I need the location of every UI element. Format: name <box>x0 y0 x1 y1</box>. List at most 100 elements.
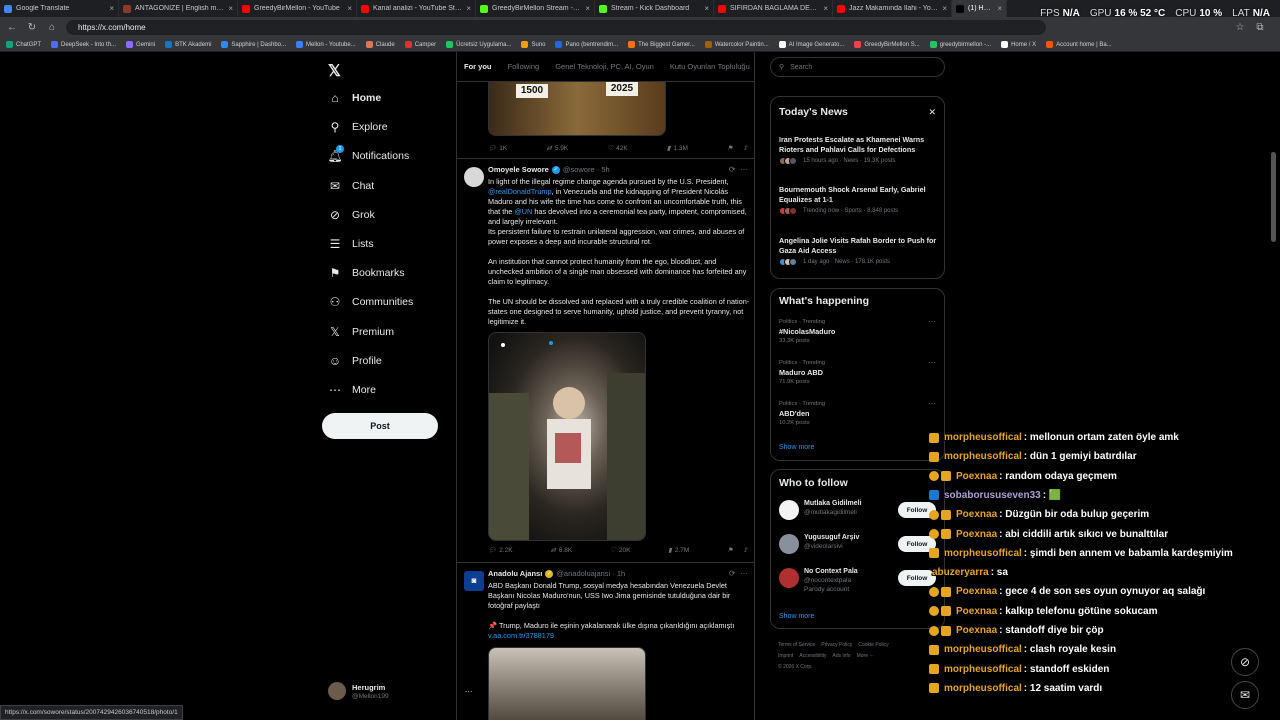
browser-tab[interactable]: GreedyBirMellon - YouTube × <box>238 0 357 17</box>
bookmark-item[interactable]: The Biggest Gamer... <box>628 41 695 48</box>
chat-username[interactable]: sobaborususeven33 <box>944 490 1041 501</box>
footer-link[interactable]: © 2026 X Corp. <box>778 664 813 670</box>
share-icon[interactable]: ⇪ <box>743 144 748 152</box>
chat-username[interactable]: morpheusoffical <box>944 548 1022 559</box>
author-name[interactable]: Anadolu Ajansı <box>488 569 542 578</box>
timeline-tab[interactable]: Kutu Oyunları Topluluğu <box>670 62 750 71</box>
trend-item[interactable]: Politics · Trending #NicolasMaduro 33.3K p… <box>779 319 939 344</box>
share-icon[interactable]: ⇪ <box>743 546 748 554</box>
footer-link[interactable]: Ads info <box>833 653 851 659</box>
nav-item-more[interactable]: ⋯ More <box>328 383 376 397</box>
like-button[interactable]: ♡ 20K <box>610 546 630 555</box>
bookmark-item[interactable]: BTK Akademi <box>165 41 211 48</box>
chat-username[interactable]: morpheusoffical <box>944 432 1022 443</box>
nav-item-bookmarks[interactable]: ⚑ Bookmarks <box>328 266 405 280</box>
reply-button[interactable]: 💬︎ 1K <box>488 144 507 153</box>
browser-tab[interactable]: (1) Home / X× <box>952 0 1007 17</box>
footer-link[interactable]: Imprint <box>778 653 793 659</box>
views-button[interactable]: ▮ 2.7M <box>668 546 689 555</box>
back-icon[interactable]: ← <box>6 22 18 33</box>
nav-item-home[interactable]: ⌂ Home <box>328 91 381 105</box>
footer-link[interactable]: Privacy Policy <box>821 642 852 648</box>
grok-float-icon[interactable]: ⊘ <box>1231 648 1259 676</box>
bookmark-item[interactable]: greedybirmellon -... <box>929 41 991 48</box>
footer-link[interactable]: Cookie Policy <box>858 642 888 648</box>
bookmark-item[interactable]: Camper <box>404 41 436 48</box>
home-page-icon[interactable]: ⌂ <box>46 22 58 33</box>
footer-link[interactable]: Terms of Service <box>778 642 815 648</box>
timeline-tab[interactable]: Following <box>508 62 540 71</box>
show-more-link[interactable]: Show more <box>779 613 814 620</box>
nav-item-premium[interactable]: 𝕏 Premium <box>328 325 394 339</box>
nav-item-grok[interactable]: ⊘ Grok <box>328 208 375 222</box>
bookmark-item[interactable]: Ücretsiz Uygulama... <box>446 41 511 48</box>
chat-username[interactable]: Poexnaa <box>956 586 997 597</box>
timeline-tab[interactable]: Genel Teknoloji, PC, AI, Oyun <box>555 62 654 71</box>
mention-link[interactable]: @realDonaldTrump <box>488 187 552 196</box>
repost-button[interactable]: ⇄ 5.9K <box>546 144 568 153</box>
nav-item-explore[interactable]: ⚲ Explore <box>328 120 388 134</box>
browser-tab[interactable]: ANTAGONIZE | English meaning× <box>119 0 238 17</box>
bookmark-item[interactable]: Claude <box>365 41 395 48</box>
post-anadolu[interactable]: ◙ Anadolu Ajansı ✓ @anadoluajansi · 1h ⟳… <box>457 562 754 720</box>
browser-tab[interactable]: SIFIRDAN BAĞLAMA DERSİ 7 | BU...× <box>714 0 833 17</box>
browser-tab[interactable]: Kanal analizi - YouTube Studio × <box>357 0 476 17</box>
news-item[interactable]: Angelina Jolie Visits Rafah Border to Pu… <box>779 236 939 266</box>
tab-close-icon[interactable]: × <box>466 4 471 13</box>
browser-tab[interactable]: Google Translate × <box>0 0 119 17</box>
post-photo[interactable] <box>488 647 646 720</box>
search-input[interactable]: ⚲ Search <box>770 57 945 77</box>
author-handle[interactable]: @anadoluajansi · 1h <box>556 569 625 578</box>
news-item[interactable]: Iran Protests Escalate as Khamenei Warns… <box>779 135 939 165</box>
nav-item-lists[interactable]: ☰ Lists <box>328 237 374 251</box>
post-link[interactable]: v.aa.com.tr/3788179 <box>488 631 750 641</box>
tab-close-icon[interactable]: × <box>228 4 233 13</box>
bookmark-item[interactable]: Account home | Ba... <box>1046 41 1112 48</box>
tab-close-icon[interactable]: × <box>109 4 114 13</box>
tab-close-icon[interactable]: × <box>704 4 709 13</box>
bookmark-item[interactable]: Mellon - Youtube... <box>296 41 356 48</box>
chat-username[interactable]: abuzeryarra <box>932 567 989 578</box>
bookmark-item[interactable]: Suno <box>521 41 545 48</box>
bookmark-item[interactable]: ChatGPT <box>6 41 41 48</box>
mention-link[interactable]: @UN <box>514 207 532 216</box>
previous-post-image[interactable]: 1500 2025 <box>488 82 666 136</box>
chat-username[interactable]: morpheusoffical <box>944 644 1022 655</box>
x-logo-icon[interactable]: 𝕏 <box>328 61 341 81</box>
scrollbar-thumb[interactable] <box>1271 152 1276 242</box>
post-menu-icon[interactable]: ⟳ ··· <box>729 165 748 174</box>
post-menu-icon[interactable]: ⟳ ··· <box>729 569 748 578</box>
tab-close-icon[interactable]: × <box>823 4 828 13</box>
footer-link[interactable]: More ··· <box>857 653 875 659</box>
nav-item-chat[interactable]: ✉ Chat <box>328 179 374 193</box>
bookmark-item[interactable]: Pano (bentrendim... <box>555 41 618 48</box>
bookmark-item[interactable]: AI Image Generato... <box>778 41 844 48</box>
tab-close-icon[interactable]: × <box>585 4 590 13</box>
bookmark-item[interactable]: Watercolor Paintin... <box>704 41 769 48</box>
bookmark-icon[interactable]: ⚑ <box>727 144 733 152</box>
author-name[interactable]: Omoyele Sowore <box>488 165 549 174</box>
bookmark-icon[interactable]: ⚑ <box>727 546 733 554</box>
bookmark-item[interactable]: DeepSeek - Into th... <box>51 41 116 48</box>
account-switcher[interactable]: Herugrim @Mellon199 ··· <box>328 682 473 700</box>
chat-username[interactable]: morpheusoffical <box>944 683 1022 694</box>
bookmark-item[interactable]: GreedyBirMellon S... <box>854 41 920 48</box>
browser-tab[interactable]: Jazz Makamında İlahi - YouTube× <box>833 0 952 17</box>
nav-item-communities[interactable]: ⚇ Communities <box>328 295 414 309</box>
views-button[interactable]: ▮ 1.3M <box>667 144 688 153</box>
chat-username[interactable]: morpheusoffical <box>944 664 1022 675</box>
chat-username[interactable]: Poexnaa <box>956 509 997 520</box>
more-icon[interactable]: ··· <box>928 358 936 367</box>
bookmark-item[interactable]: Home / X <box>1001 41 1036 48</box>
extensions-icon[interactable]: ⧉ <box>1254 22 1266 33</box>
post-button[interactable]: Post <box>322 413 438 439</box>
timeline-tab[interactable]: For you <box>464 62 492 71</box>
author-handle[interactable]: @sowore · 5h <box>563 165 610 174</box>
avatar[interactable] <box>464 167 484 187</box>
bookmark-item[interactable]: Gemini <box>126 41 155 48</box>
more-icon[interactable]: ··· <box>928 399 936 408</box>
chat-username[interactable]: Poexnaa <box>956 471 997 482</box>
chat-username[interactable]: morpheusoffical <box>944 451 1022 462</box>
messages-float-icon[interactable]: ✉ <box>1231 681 1259 709</box>
post-sowore[interactable]: Omoyele Sowore ✓ @sowore · 5h ⟳ ··· In l… <box>457 158 754 561</box>
